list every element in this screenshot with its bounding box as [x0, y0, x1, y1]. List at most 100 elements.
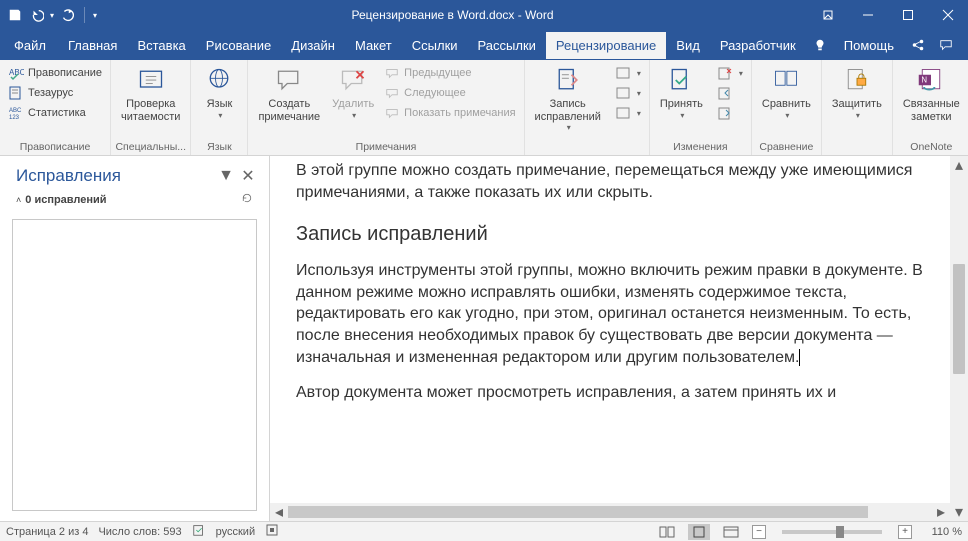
zoom-out-button[interactable]: −	[752, 525, 766, 539]
tab-references[interactable]: Ссылки	[402, 32, 468, 59]
track-changes-button[interactable]: Запись исправлений ▾	[529, 62, 607, 151]
read-mode-icon[interactable]	[656, 524, 678, 540]
prev-comment-icon	[384, 65, 400, 81]
tab-view[interactable]: Вид	[666, 32, 710, 59]
accept-button[interactable]: Принять ▾	[654, 62, 709, 139]
thesaurus-button[interactable]: Тезаурус	[4, 84, 106, 102]
tab-layout[interactable]: Макет	[345, 32, 402, 59]
tab-home[interactable]: Главная	[58, 32, 127, 59]
chevron-up-icon: ˄	[16, 195, 21, 205]
lock-icon	[841, 64, 873, 96]
new-comment-button[interactable]: Создать примечание	[252, 62, 326, 139]
delete-comment-button[interactable]: Удалить ▾	[326, 62, 380, 139]
statistics-icon: ABC123	[8, 105, 24, 121]
next-comment-icon	[384, 85, 400, 101]
pane-close-icon[interactable]: ✕	[239, 167, 257, 185]
tab-file[interactable]: Файл	[4, 32, 56, 59]
scroll-up-icon[interactable]: ▴	[950, 156, 968, 174]
scroll-thumb-h[interactable]	[288, 506, 868, 518]
spelling-button[interactable]: ABC Правописание	[4, 64, 106, 82]
next-comment-button[interactable]: Следующее	[380, 84, 519, 102]
protect-button[interactable]: Защитить ▾	[826, 62, 888, 151]
prev-comment-label: Предыдущее	[404, 67, 471, 79]
scroll-right-icon[interactable]: ▸	[932, 503, 950, 521]
save-icon[interactable]	[6, 6, 24, 24]
status-proofing-icon[interactable]	[192, 523, 206, 540]
reject-button[interactable]: ▾	[713, 64, 747, 82]
tab-review[interactable]: Рецензирование	[546, 32, 666, 59]
horizontal-scrollbar[interactable]: ◂ ▸	[270, 503, 950, 521]
tell-me-icon[interactable]	[808, 33, 832, 57]
group-language-label: Язык	[195, 139, 243, 155]
redo-icon[interactable]	[58, 6, 76, 24]
tracking-opt1[interactable]: ▾	[611, 64, 645, 82]
scroll-thumb-v[interactable]	[953, 264, 965, 374]
status-page[interactable]: Страница 2 из 4	[6, 526, 88, 538]
prev-comment-button[interactable]: Предыдущее	[380, 64, 519, 82]
tab-design[interactable]: Дизайн	[281, 32, 345, 59]
tab-mailings[interactable]: Рассылки	[468, 32, 546, 59]
scroll-down-icon[interactable]: ▾	[950, 503, 968, 521]
tab-insert[interactable]: Вставка	[127, 32, 195, 59]
compare-button[interactable]: Сравнить ▾	[756, 62, 817, 139]
comments-icon[interactable]	[934, 33, 958, 57]
next-comment-label: Следующее	[404, 87, 466, 99]
zoom-slider-knob[interactable]	[836, 526, 844, 538]
document-page[interactable]: В этой группе можно создать примечание, …	[284, 156, 944, 503]
revisions-list	[12, 219, 257, 511]
group-onenote-label: OneNote	[897, 139, 966, 155]
web-layout-icon[interactable]	[720, 524, 742, 540]
refresh-icon[interactable]	[241, 192, 253, 207]
close-icon[interactable]	[928, 0, 968, 30]
onenote-label: Связанные заметки	[903, 98, 960, 123]
group-protect: Защитить ▾	[822, 60, 893, 155]
compare-label: Сравнить	[762, 98, 811, 111]
group-comments: Создать примечание Удалить ▾ Предыдущее …	[248, 60, 524, 155]
language-button[interactable]: Язык ▾	[195, 62, 243, 139]
status-words[interactable]: Число слов: 593	[98, 526, 181, 538]
tracking-opt2[interactable]: ▾	[611, 84, 645, 102]
statistics-button[interactable]: ABC123 Статистика	[4, 104, 106, 122]
group-comments-label: Примечания	[252, 139, 519, 155]
show-comments-button[interactable]: Показать примечания	[380, 104, 519, 122]
tracking-opt3[interactable]: ▾	[611, 104, 645, 122]
content-area: Исправления ▼ ✕ ˄ 0 исправлений В этой г…	[0, 156, 968, 521]
ribbon: ABC Правописание Тезаурус ABC123 Статист…	[0, 60, 968, 156]
track-changes-label: Запись исправлений	[535, 98, 601, 123]
ribbon-options-icon[interactable]	[808, 0, 848, 30]
zoom-in-button[interactable]: +	[898, 525, 912, 539]
next-change-button[interactable]	[713, 104, 747, 122]
tab-help[interactable]: Помощь	[836, 32, 902, 59]
scroll-left-icon[interactable]: ◂	[270, 503, 288, 521]
status-macro-icon[interactable]	[265, 523, 279, 540]
minimize-icon[interactable]	[848, 0, 888, 30]
status-language[interactable]: русский	[216, 526, 255, 538]
titlebar: ▾ ▾ Рецензирование в Word.docx - Word	[0, 0, 968, 30]
svg-text:ABC: ABC	[9, 108, 22, 114]
group-onenote: N Связанные заметки OneNote	[893, 60, 968, 155]
statistics-label: Статистика	[28, 107, 86, 119]
undo-icon[interactable]	[28, 6, 46, 24]
vertical-scrollbar[interactable]: ▴ ▾	[950, 156, 968, 521]
revisions-pane: Исправления ▼ ✕ ˄ 0 исправлений	[0, 156, 270, 521]
thesaurus-label: Тезаурус	[28, 87, 73, 99]
group-proofing: ABC Правописание Тезаурус ABC123 Статист…	[0, 60, 111, 155]
group-changes-label: Изменения	[654, 139, 747, 155]
print-layout-icon[interactable]	[688, 524, 710, 540]
pane-subtitle-row[interactable]: ˄ 0 исправлений	[0, 190, 269, 209]
maximize-icon[interactable]	[888, 0, 928, 30]
tab-draw[interactable]: Рисование	[196, 32, 281, 59]
pane-dropdown-icon[interactable]: ▼	[217, 167, 235, 185]
zoom-slider[interactable]	[782, 530, 882, 534]
share-icon[interactable]	[906, 33, 930, 57]
onenote-button[interactable]: N Связанные заметки	[897, 62, 966, 139]
spelling-label: Правописание	[28, 67, 102, 79]
prev-change-button[interactable]	[713, 84, 747, 102]
readability-button[interactable]: Проверка читаемости	[115, 62, 186, 139]
doc-paragraph: Используя инструменты этой группы, можно…	[296, 262, 923, 365]
tab-developer[interactable]: Разработчик	[710, 32, 806, 59]
zoom-level[interactable]: 110 %	[922, 526, 962, 538]
statusbar: Страница 2 из 4 Число слов: 593 русский …	[0, 521, 968, 541]
compare-icon	[770, 64, 802, 96]
show-comments-icon	[384, 105, 400, 121]
